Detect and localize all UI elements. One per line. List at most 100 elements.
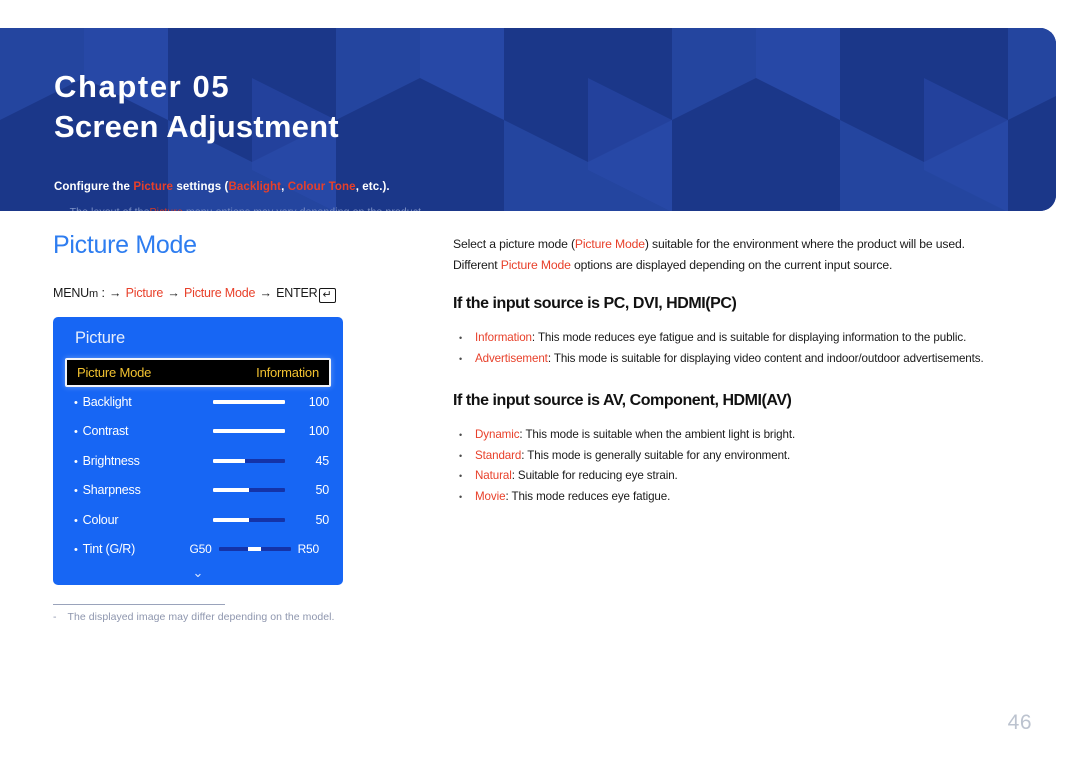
osd-row-picture-mode-selected[interactable]: Picture Mode Information: [65, 358, 331, 387]
slider-fill: [213, 458, 246, 463]
mode-term: Dynamic: [475, 428, 520, 441]
desc-prefix: Configure the: [54, 181, 134, 193]
slider-fill: [213, 488, 249, 493]
bullet-item-av: Standard: This mode is generally suitabl…: [453, 446, 1043, 467]
bullet-item-av: Movie: This mode reduces eye fatigue.: [453, 487, 1043, 508]
bullet-item-av: Dynamic: This mode is suitable when the …: [453, 425, 1043, 446]
osd-row-control: [118, 517, 295, 522]
bullet-icon: •: [74, 514, 78, 527]
osd-row-value: 50: [315, 483, 329, 498]
menu-path-breadcrumb: MENUm : → Picture → Picture Mode → ENTER…: [53, 286, 336, 303]
bullet-list-av: Dynamic: This mode is suitable when the …: [453, 425, 1043, 507]
osd-row-control: [128, 429, 295, 434]
osd-row-value: 50: [315, 512, 329, 527]
desc-mid: settings (: [173, 181, 229, 193]
desc-highlight-picture: Picture: [133, 181, 174, 193]
arrow-icon: →: [167, 286, 180, 300]
osd-panel-title: Picture: [75, 329, 125, 347]
right-content-column: Select a picture mode (Picture Mode) sui…: [453, 234, 1043, 507]
bullet-list-pc: Information: This mode reduces eye fatig…: [453, 328, 1043, 369]
mode-term: Advertisement: [475, 351, 548, 365]
chevron-down-icon[interactable]: ⌄: [53, 566, 343, 580]
note-prefix: The layout of the: [70, 206, 150, 211]
osd-row-label: • Contrast: [74, 424, 129, 439]
desc-highlight-backlight: Backlight: [228, 181, 282, 193]
bullet-item-av: Natural: Suitable for reducing eye strai…: [453, 466, 1043, 487]
intro-1-highlight: Picture Mode: [574, 237, 645, 251]
mode-description: : This mode is suitable for displaying v…: [547, 351, 984, 365]
footnote: - The displayed image may differ dependin…: [53, 611, 334, 623]
slider-fill: [213, 399, 285, 404]
osd-row-label: • Backlight: [74, 394, 132, 409]
footnote-dash: -: [53, 611, 57, 623]
intro-2-highlight: Picture Mode: [500, 257, 571, 272]
osd-row-label: • Sharpness: [74, 483, 141, 498]
arrow-icon: →: [259, 286, 273, 300]
desc-highlight-colour-tone: Colour Tone: [287, 181, 356, 193]
osd-row[interactable]: • Brightness 45: [53, 446, 343, 476]
chapter-banner: Chapter 05 Screen Adjustment Configure t…: [0, 28, 1056, 211]
osd-row-control: [141, 488, 295, 493]
osd-selected-label: Picture Mode: [77, 365, 152, 380]
setting-slider[interactable]: [213, 399, 285, 404]
mode-description: : This mode reduces eye fatigue.: [505, 489, 671, 503]
mode-term: Standard: [475, 448, 522, 462]
intro-1-post: ) suitable for the environment where the…: [644, 237, 965, 251]
setting-slider[interactable]: [213, 429, 285, 434]
osd-row[interactable]: • Backlight 100: [53, 387, 343, 417]
slider-fill: [213, 429, 285, 434]
osd-row-value: 100: [308, 424, 329, 439]
desc-suffix: , etc.).: [355, 181, 390, 193]
heading-input-source-av: If the input source is AV, Component, HD…: [453, 392, 792, 409]
osd-row-value: 100: [308, 394, 329, 409]
osd-row-control: [132, 399, 295, 404]
intro-1-pre: Select a picture mode (: [453, 237, 575, 251]
page-number: 46: [1007, 711, 1032, 734]
banner-description: Configure the Picture settings (Backligh…: [54, 181, 390, 193]
heading-input-source-pc: If the input source is PC, DVI, HDMI(PC): [453, 295, 737, 312]
menu-label: MENU: [53, 286, 90, 300]
mode-description: : This mode is generally suitable for an…: [521, 448, 791, 462]
page-title: Picture Mode: [53, 231, 197, 259]
setting-slider[interactable]: [213, 488, 285, 493]
bullet-icon: •: [74, 485, 78, 498]
mode-term: Movie: [475, 489, 506, 503]
bullet-icon: •: [74, 396, 78, 409]
slider-thumb[interactable]: [248, 547, 262, 552]
osd-row-label: • Colour: [74, 512, 119, 527]
menu-step-picture: Picture: [125, 286, 164, 300]
setting-slider[interactable]: [213, 517, 285, 522]
mode-term: Natural: [475, 469, 512, 482]
osd-row-control: [140, 458, 295, 463]
menu-m-glyph: m: [89, 288, 99, 300]
bullet-icon: •: [74, 426, 78, 439]
osd-row[interactable]: • Contrast 100: [53, 417, 343, 447]
osd-selected-value: Information: [256, 365, 319, 380]
tint-slider[interactable]: [218, 547, 291, 552]
osd-row[interactable]: • Tint (G/R) G50 R50: [53, 535, 343, 565]
bullet-icon: •: [74, 544, 78, 557]
osd-row-label: • Tint (G/R): [74, 542, 136, 557]
osd-row-control: G50 R50: [135, 542, 329, 556]
osd-row[interactable]: • Colour 50: [53, 505, 343, 535]
mode-description: : Suitable for reducing eye strain.: [511, 469, 678, 482]
osd-menu-panel: Picture Picture Mode Information • Backli…: [53, 317, 343, 585]
osd-row[interactable]: • Sharpness 50: [53, 476, 343, 506]
intro-2-pre: Different: [453, 257, 501, 272]
setting-slider[interactable]: [213, 458, 285, 463]
mode-term: Information: [475, 331, 532, 344]
bullet-item-pc: Advertisement: This mode is suitable for…: [453, 349, 1043, 370]
chapter-label: Chapter 05: [54, 69, 231, 104]
enter-key-icon: ↵: [318, 288, 336, 303]
tint-right-value: R50: [297, 542, 320, 557]
footnote-label: The displayed image may differ depending…: [67, 611, 335, 623]
chapter-title: Screen Adjustment: [54, 108, 339, 144]
note-dash: -: [54, 206, 58, 211]
osd-settings-list: • Backlight 100 • Contrast 100 • Brightness 45 • S…: [53, 387, 343, 564]
intro-line-2: Different Picture Mode options are displ…: [453, 255, 1043, 276]
banner-note: - The layout of thePicture menu options m…: [54, 206, 424, 211]
osd-row-value: 45: [315, 453, 329, 468]
menu-colon: :: [98, 286, 109, 300]
mode-description: : This mode reduces eye fatigue and is s…: [531, 331, 967, 344]
slider-fill: [213, 517, 249, 522]
